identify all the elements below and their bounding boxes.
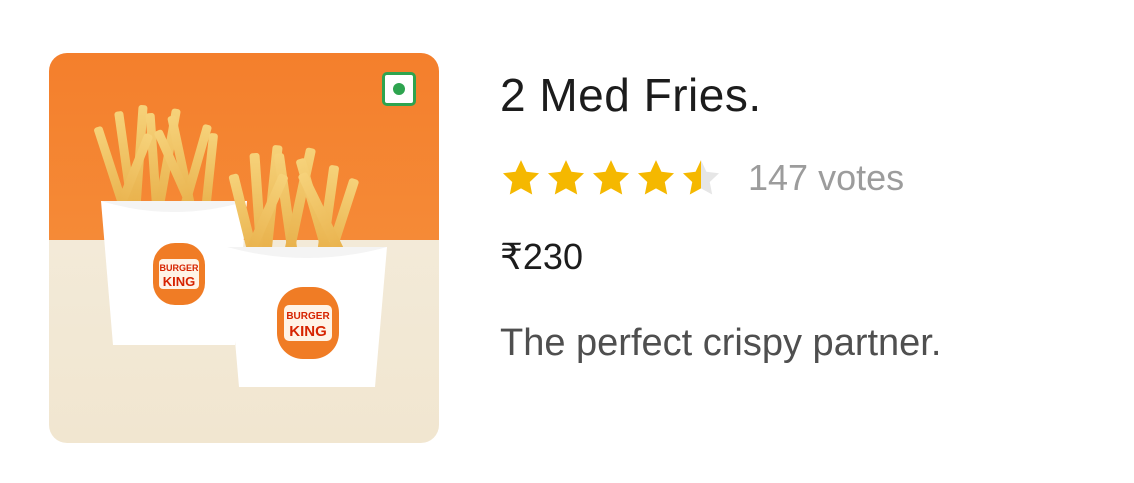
star-half-icon (680, 157, 722, 199)
brand-logo-line1: BURGER (159, 263, 199, 273)
star-full-icon (545, 157, 587, 199)
veg-indicator-icon (382, 72, 416, 106)
brand-logo-line2-front: KING (289, 323, 327, 340)
brand-logo-line1-front: BURGER (286, 311, 330, 322)
item-description: The perfect crispy partner. (500, 322, 942, 364)
star-full-icon (635, 157, 677, 199)
menu-item-card[interactable]: BURGER KING BURGER KING 2 Med Fries. 147… (0, 0, 1134, 483)
votes-count: 147 votes (748, 157, 905, 198)
star-full-icon (590, 157, 632, 199)
veg-dot (393, 83, 405, 95)
star-full-icon (500, 157, 542, 199)
star-rating (500, 157, 722, 199)
item-image[interactable]: BURGER KING BURGER KING (49, 53, 439, 443)
fries-illustration: BURGER KING BURGER KING (94, 105, 387, 387)
item-price: ₹230 (500, 236, 583, 277)
item-title: 2 Med Fries. (500, 69, 762, 121)
brand-logo-line2: KING (163, 274, 196, 289)
rating-row: 147 votes (500, 155, 904, 201)
